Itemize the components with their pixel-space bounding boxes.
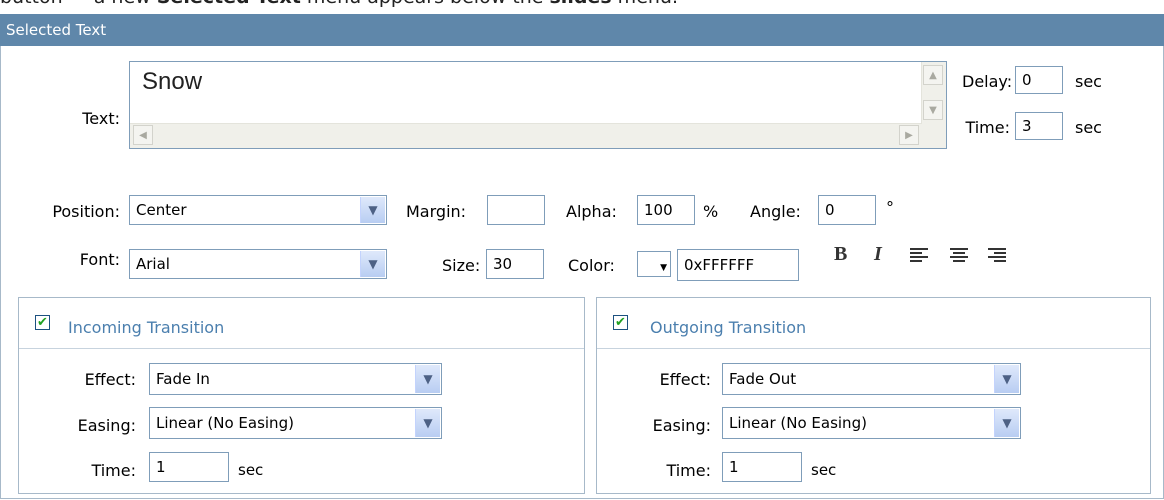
scroll-left-icon[interactable]: ◀ bbox=[133, 125, 153, 145]
panel-header: Selected Text bbox=[0, 14, 1164, 46]
chevron-down-icon[interactable]: ▼ bbox=[360, 197, 385, 223]
italic-button[interactable]: I bbox=[874, 243, 882, 266]
scroll-up-icon[interactable]: ▲ bbox=[923, 65, 943, 85]
position-value: Center bbox=[136, 201, 187, 219]
alpha-unit: % bbox=[703, 202, 719, 221]
chevron-down-icon[interactable]: ▼ bbox=[360, 251, 385, 277]
alpha-input[interactable]: 100 bbox=[637, 195, 695, 225]
font-label: Font: bbox=[79, 250, 120, 269]
outgoing-easing-value: Linear (No Easing) bbox=[729, 414, 867, 432]
outgoing-effect-label: Effect: bbox=[659, 370, 711, 389]
horizontal-scrollbar[interactable]: ◀ ▶ bbox=[130, 123, 922, 148]
font-value: Arial bbox=[136, 255, 170, 273]
position-label: Position: bbox=[52, 202, 120, 221]
font-select[interactable]: Arial ▼ bbox=[129, 249, 387, 279]
delay-input[interactable]: 0 bbox=[1015, 66, 1063, 94]
text-area-value: Snow bbox=[142, 68, 203, 95]
time-label: Time: bbox=[965, 118, 1010, 137]
incoming-effect-value: Fade In bbox=[156, 370, 210, 388]
scroll-down-icon[interactable]: ▼ bbox=[923, 100, 943, 120]
outgoing-time-label: Time: bbox=[666, 461, 711, 480]
align-center-icon[interactable] bbox=[950, 248, 968, 266]
margin-input[interactable] bbox=[487, 195, 545, 225]
size-label: Size: bbox=[442, 256, 481, 275]
check-icon: ✔ bbox=[615, 315, 626, 330]
instruction-caption: button — a new Selected Text menu appear… bbox=[0, 0, 678, 8]
outgoing-time-input[interactable]: 1 bbox=[722, 452, 802, 482]
align-right-icon[interactable] bbox=[988, 248, 1006, 266]
scroll-right-icon[interactable]: ▶ bbox=[899, 125, 919, 145]
chevron-down-icon[interactable]: ▼ bbox=[994, 409, 1019, 437]
time-input[interactable]: 3 bbox=[1015, 112, 1063, 140]
incoming-time-input[interactable]: 1 bbox=[149, 452, 229, 482]
incoming-time-label: Time: bbox=[91, 461, 136, 480]
outgoing-time-unit: sec bbox=[811, 461, 837, 479]
angle-unit: ° bbox=[886, 198, 894, 217]
color-picker-button[interactable]: ▼ bbox=[637, 251, 671, 277]
outgoing-effect-select[interactable]: Fade Out ▼ bbox=[722, 363, 1021, 395]
incoming-easing-label: Easing: bbox=[77, 416, 136, 435]
size-input[interactable]: 30 bbox=[486, 249, 544, 279]
incoming-easing-select[interactable]: Linear (No Easing) ▼ bbox=[149, 407, 442, 439]
incoming-effect-label: Effect: bbox=[84, 370, 136, 389]
position-select[interactable]: Center ▼ bbox=[129, 195, 387, 225]
incoming-easing-value: Linear (No Easing) bbox=[156, 414, 294, 432]
time-unit: sec bbox=[1075, 118, 1102, 137]
chevron-down-icon[interactable]: ▼ bbox=[415, 365, 440, 393]
color-dropdown-icon: ▼ bbox=[660, 263, 667, 273]
outgoing-transition-checkbox[interactable]: ✔ bbox=[613, 315, 628, 330]
incoming-transition-title: Incoming Transition bbox=[68, 318, 225, 337]
alpha-label: Alpha: bbox=[566, 202, 617, 221]
panel-title: Selected Text bbox=[6, 21, 107, 39]
color-hex-input[interactable]: 0xFFFFFF bbox=[677, 249, 799, 281]
outgoing-easing-select[interactable]: Linear (No Easing) ▼ bbox=[722, 407, 1021, 439]
outgoing-easing-label: Easing: bbox=[652, 416, 711, 435]
outgoing-transition-title: Outgoing Transition bbox=[650, 318, 807, 337]
align-left-icon[interactable] bbox=[910, 248, 928, 266]
bold-button[interactable]: B bbox=[834, 243, 847, 266]
margin-label: Margin: bbox=[406, 202, 467, 221]
chevron-down-icon[interactable]: ▼ bbox=[994, 365, 1019, 393]
incoming-time-unit: sec bbox=[238, 461, 264, 479]
delay-label: Delay: bbox=[962, 72, 1013, 91]
color-label: Color: bbox=[568, 256, 615, 275]
outgoing-effect-value: Fade Out bbox=[729, 370, 797, 388]
chevron-down-icon[interactable]: ▼ bbox=[415, 409, 440, 437]
angle-label: Angle: bbox=[750, 202, 801, 221]
delay-unit: sec bbox=[1075, 72, 1102, 91]
text-label: Text: bbox=[82, 109, 120, 128]
incoming-effect-select[interactable]: Fade In ▼ bbox=[149, 363, 442, 395]
text-area[interactable]: Snow ▲ ▼ ◀ ▶ bbox=[129, 61, 947, 149]
scroll-corner bbox=[922, 124, 946, 148]
check-icon: ✔ bbox=[37, 315, 48, 330]
angle-input[interactable]: 0 bbox=[818, 195, 876, 225]
incoming-transition-checkbox[interactable]: ✔ bbox=[35, 315, 50, 330]
